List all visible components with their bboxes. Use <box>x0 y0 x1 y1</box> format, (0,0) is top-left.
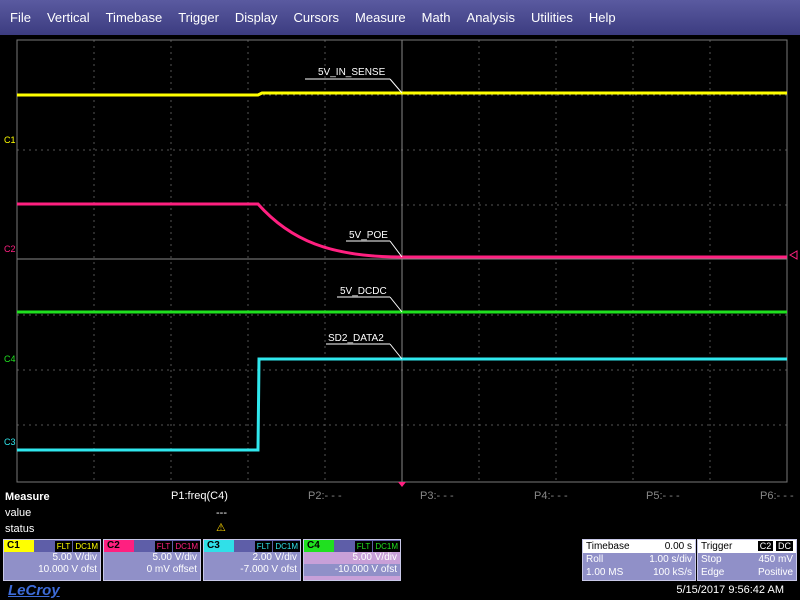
channel-c3-coupling: DC1M <box>273 540 300 552</box>
label-leader-c1 <box>389 78 403 94</box>
measure-value-label: value <box>5 507 32 519</box>
channel-c3-box[interactable]: C3 FLT DC1M 2.00 V/div -7.000 V ofst <box>203 539 301 581</box>
channel-c4-vdiv: 5.00 V/div <box>352 552 397 563</box>
marker-c4[interactable]: C4 <box>4 354 16 364</box>
menu-display[interactable]: Display <box>227 10 286 25</box>
menu-bar: File Vertical Timebase Trigger Display C… <box>0 0 800 35</box>
channel-c2-flt: FLT <box>154 540 173 552</box>
trigger-type: Edge <box>701 567 725 578</box>
warning-icon: ⚠ <box>216 522 226 534</box>
menu-math[interactable]: Math <box>414 10 459 25</box>
marker-c2[interactable]: C2 <box>4 244 16 254</box>
channel-c4-flt: FLT <box>354 540 373 552</box>
channel-c1-offset: 10.000 V ofst <box>38 564 97 575</box>
timebase-tdiv: 1.00 s/div <box>649 554 692 565</box>
date-time: 5/15/2017 9:56:42 AM <box>676 584 784 596</box>
footer: LeCroy 5/15/2017 9:56:42 AM <box>0 582 800 600</box>
waveform-svg: 5V_IN_SENSE 5V_POE 5V_DCDC SD2_DATA2 C1 … <box>4 39 798 487</box>
channel-c3-vdiv: 2.00 V/div <box>252 552 297 563</box>
timebase-rate: 100 kS/s <box>653 567 692 578</box>
menu-timebase[interactable]: Timebase <box>98 10 171 25</box>
trace-label-c2: 5V_POE <box>349 230 388 241</box>
menu-file[interactable]: File <box>2 10 39 25</box>
timebase-mode: Roll <box>586 554 604 565</box>
menu-analysis[interactable]: Analysis <box>459 10 523 25</box>
param-p5[interactable]: P5:- - - <box>646 490 680 502</box>
channel-c4-box[interactable]: C4 FLT DC1M 5.00 V/div -10.000 V ofst <box>303 539 401 581</box>
measure-title: Measure <box>5 491 50 503</box>
trigger-level-icon[interactable] <box>788 250 798 260</box>
marker-c1[interactable]: C1 <box>4 135 16 145</box>
channel-c3-flt: FLT <box>254 540 273 552</box>
menu-trigger[interactable]: Trigger <box>170 10 227 25</box>
param-p4[interactable]: P4:- - - <box>534 490 568 502</box>
marker-c3[interactable]: C3 <box>4 437 16 447</box>
timebase-title: Timebase <box>586 541 630 552</box>
menu-measure[interactable]: Measure <box>347 10 414 25</box>
trigger-slope: Positive <box>757 567 793 578</box>
menu-vertical[interactable]: Vertical <box>39 10 98 25</box>
param-p6[interactable]: P6:- - - <box>760 490 794 502</box>
channel-c1-coupling: DC1M <box>73 540 100 552</box>
channel-c1-box[interactable]: C1 FLT DC1M 5.00 V/div 10.000 V ofst <box>3 539 101 581</box>
trigger-mode: Stop <box>701 554 722 565</box>
label-leader-c3 <box>389 296 403 313</box>
menu-cursors[interactable]: Cursors <box>286 10 348 25</box>
trigger-box[interactable]: Trigger C2 DC Stop 450 mV Edge Positive <box>697 539 797 581</box>
trigger-coupling: DC <box>776 541 793 551</box>
trace-label-c4: SD2_DATA2 <box>328 333 384 344</box>
trace-label-c1: 5V_IN_SENSE <box>318 67 386 78</box>
label-leader-c2 <box>389 240 403 258</box>
waveform-display[interactable]: 5V_IN_SENSE 5V_POE 5V_DCDC SD2_DATA2 C1 … <box>0 35 800 487</box>
menu-utilities[interactable]: Utilities <box>523 10 581 25</box>
measure-status-label: status <box>5 523 35 535</box>
channel-c4-coupling: DC1M <box>373 540 400 552</box>
channel-c2-coupling: DC1M <box>173 540 200 552</box>
trace-label-c3: 5V_DCDC <box>340 286 387 297</box>
channel-c1-name: C1 <box>4 540 34 552</box>
lecroy-logo[interactable]: LeCroy <box>8 582 60 599</box>
channel-c2-box[interactable]: C2 FLT DC1M 5.00 V/div 0 mV offset <box>103 539 201 581</box>
channel-c4-offset: -10.000 V ofst <box>304 564 400 576</box>
channel-c4-name: C4 <box>304 540 334 552</box>
measure-panel: Measure value status P1:freq(C4) --- ⚠ P… <box>0 487 800 537</box>
channel-c1-flt: FLT <box>54 540 73 552</box>
label-leader-c4 <box>389 343 403 360</box>
channel-c2-offset: 0 mV offset <box>146 564 197 575</box>
channel-c2-name: C2 <box>104 540 134 552</box>
timebase-box[interactable]: Timebase 0.00 s Roll 1.00 s/div 1.00 MS 100… <box>582 539 696 581</box>
timebase-delay: 0.00 s <box>664 541 692 552</box>
trigger-source: C2 <box>757 541 774 551</box>
param-p1[interactable]: P1:freq(C4) <box>171 490 228 502</box>
trigger-level: 450 mV <box>758 554 793 565</box>
channel-c3-name: C3 <box>204 540 234 552</box>
menu-help[interactable]: Help <box>581 10 624 25</box>
param-p2[interactable]: P2:- - - <box>308 490 342 502</box>
channel-c3-offset: -7.000 V ofst <box>240 564 297 575</box>
center-axes <box>17 40 787 482</box>
trigger-title: Trigger <box>701 541 733 552</box>
param-p3[interactable]: P3:- - - <box>420 490 454 502</box>
channel-c1-vdiv: 5.00 V/div <box>52 552 97 563</box>
channel-c2-vdiv: 5.00 V/div <box>152 552 197 563</box>
timebase-ms: 1.00 MS <box>586 567 624 578</box>
param-p1-value: --- <box>216 507 227 519</box>
